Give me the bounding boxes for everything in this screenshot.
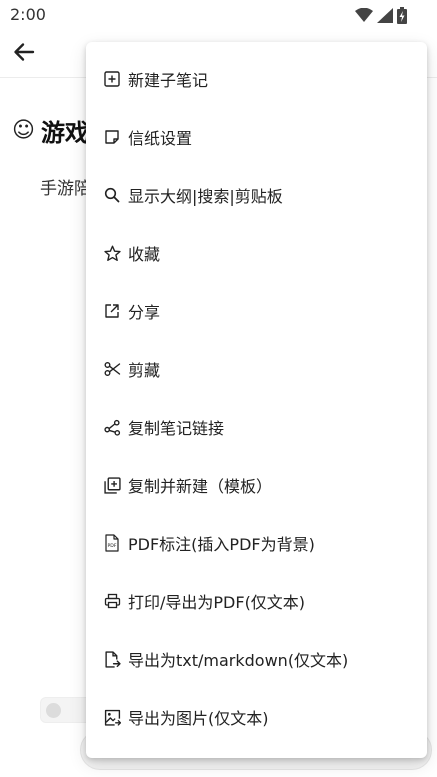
note-title[interactable]: ☺ 游戏 (12, 113, 89, 148)
menu-item-duplicate-as-template[interactable]: 复制并新建（模板） (86, 456, 427, 514)
star-icon (103, 244, 121, 262)
menu-item-export-txt-markdown[interactable]: 导出为txt/markdown(仅文本) (86, 630, 427, 688)
toggle-dot (46, 703, 61, 718)
smiley-icon: ☺ (12, 117, 35, 143)
plus-square-icon (103, 70, 121, 88)
search-icon (103, 186, 121, 204)
menu-item-paper-settings[interactable]: 信纸设置 (86, 108, 427, 166)
scissors-icon (103, 360, 121, 378)
menu-item-label: 打印/导出为PDF(仅文本) (128, 593, 306, 612)
menu-item-new-child-note[interactable]: 新建子笔记 (86, 50, 427, 108)
file-export-icon (103, 650, 121, 668)
back-button[interactable] (10, 40, 38, 68)
wifi-icon (355, 8, 373, 22)
copy-plus-icon (103, 476, 121, 494)
menu-item-label: 收藏 (128, 245, 161, 264)
status-icons (355, 6, 407, 24)
menu-item-outline-search-clipboard[interactable]: 显示大纲|搜索|剪贴板 (86, 166, 427, 224)
status-time: 2:00 (10, 5, 46, 24)
menu-item-label: 新建子笔记 (128, 71, 209, 90)
battery-charging-icon (397, 6, 407, 24)
link-nodes-icon (103, 418, 121, 436)
menu-item-print-export-pdf[interactable]: 打印/导出为PDF(仅文本) (86, 572, 427, 630)
menu-item-label: 复制笔记链接 (128, 419, 225, 438)
menu-item-web-clip[interactable]: 剪藏 (86, 340, 427, 398)
note-title-text: 游戏 (40, 119, 89, 147)
menu-item-label: 剪藏 (128, 361, 161, 380)
svg-text:PDF: PDF (108, 543, 117, 549)
image-export-icon (103, 708, 121, 726)
menu-item-label: 分享 (128, 303, 161, 322)
menu-item-label: 信纸设置 (128, 129, 193, 148)
pdf-file-icon: PDF (103, 534, 121, 552)
menu-item-label: PDF标注(插入PDF为背景) (128, 535, 315, 554)
sticky-note-icon (103, 128, 121, 146)
share-external-icon (103, 302, 121, 320)
status-bar: 2:00 (0, 0, 437, 30)
overflow-menu: 新建子笔记 信纸设置 显示大纲|搜索|剪贴板 收藏 分享 剪藏 复制笔记链接 复… (86, 42, 427, 758)
menu-item-copy-note-link[interactable]: 复制笔记链接 (86, 398, 427, 456)
menu-item-label: 复制并新建（模板） (128, 477, 273, 496)
cellular-signal-icon (377, 7, 393, 23)
printer-icon (103, 592, 121, 610)
menu-item-label: 导出为txt/markdown(仅文本) (128, 651, 349, 670)
menu-item-label: 显示大纲|搜索|剪贴板 (128, 187, 283, 206)
arrow-left-icon (12, 40, 36, 68)
menu-item-export-image[interactable]: 导出为图片(仅文本) (86, 688, 427, 746)
menu-item-label: 导出为图片(仅文本) (128, 709, 269, 728)
menu-item-share[interactable]: 分享 (86, 282, 427, 340)
menu-item-favorite[interactable]: 收藏 (86, 224, 427, 282)
menu-item-pdf-annotate[interactable]: PDF PDF标注(插入PDF为背景) (86, 514, 427, 572)
